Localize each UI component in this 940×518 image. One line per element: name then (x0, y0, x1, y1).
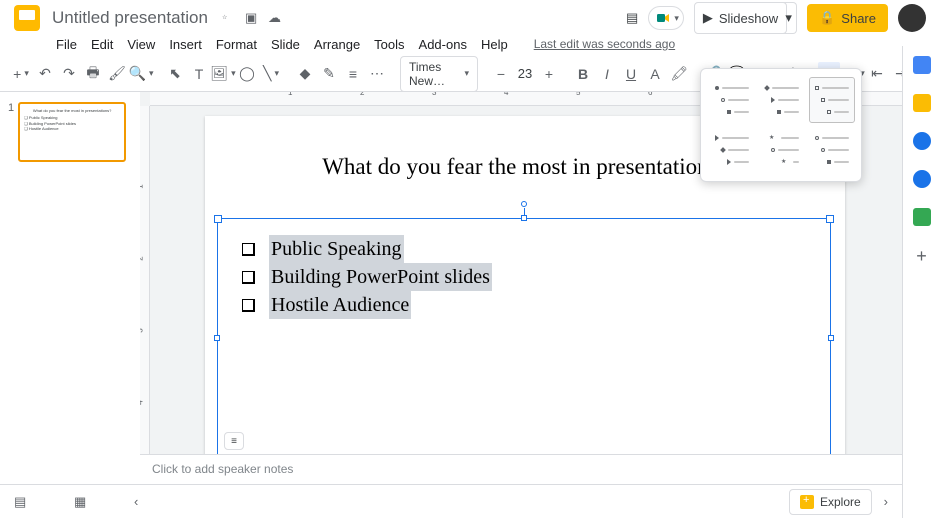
select-tool[interactable]: ⬉ (164, 62, 186, 86)
collapse-filmstrip-button[interactable]: ‹ (134, 494, 154, 510)
filmstrip-view-button[interactable]: ▤ (14, 494, 34, 510)
text-color-button[interactable]: A (644, 62, 666, 86)
bullet-option-checkbox[interactable] (809, 77, 855, 123)
line-tool[interactable]: ╲▾ (260, 62, 282, 86)
rotate-handle[interactable] (521, 201, 527, 207)
menu-arrange[interactable]: Arrange (308, 34, 366, 55)
shape-tool[interactable]: ◯ (236, 62, 258, 86)
menu-addons[interactable]: Add-ons (413, 34, 473, 55)
underline-button[interactable]: U (620, 62, 642, 86)
speaker-notes-handle[interactable]: ≡ (224, 432, 244, 450)
slideshow-label: Slideshow (719, 11, 778, 26)
user-avatar[interactable] (898, 4, 926, 32)
image-tool[interactable]: 🖼▾ (212, 62, 234, 86)
explore-button[interactable]: Explore (789, 489, 872, 515)
maps-icon[interactable] (913, 208, 931, 226)
zoom-button[interactable]: 🔍▾ (130, 62, 152, 86)
checkbox-bullet-icon (242, 299, 255, 312)
fill-color-button[interactable]: ◆ (294, 62, 316, 86)
undo-button[interactable]: ↶ (34, 62, 56, 86)
bullet-option-diamond[interactable] (759, 77, 805, 123)
menu-edit[interactable]: Edit (85, 34, 119, 55)
doc-title[interactable]: Untitled presentation (52, 8, 208, 28)
slideshow-button[interactable]: ▶ Slideshow (694, 2, 787, 34)
list-item[interactable]: Building PowerPoint slides (242, 263, 806, 291)
side-panel: + (902, 46, 940, 518)
menu-slide[interactable]: Slide (265, 34, 306, 55)
star-icon[interactable]: ☆ (222, 11, 237, 26)
menu-help[interactable]: Help (475, 34, 514, 55)
bold-button[interactable]: B (572, 62, 594, 86)
font-increase-button[interactable]: + (538, 62, 560, 86)
vertical-ruler: 1 2 3 4 (140, 106, 150, 484)
font-size-input[interactable]: 23 (514, 66, 536, 81)
share-label: Share (841, 11, 876, 26)
move-icon[interactable]: ▣ (245, 11, 260, 26)
bullet-option-circle[interactable] (809, 127, 855, 173)
keep-icon[interactable] (913, 94, 931, 112)
list-item[interactable]: Hostile Audience (242, 291, 806, 319)
border-dash-button[interactable]: ⋯ (366, 62, 388, 86)
checkbox-bullet-icon (242, 243, 255, 256)
highlight-button[interactable]: 🖍 (668, 62, 690, 86)
tasks-icon[interactable] (913, 132, 931, 150)
print-button[interactable]: 🖶 (82, 62, 104, 86)
new-slide-button[interactable]: +▾ (10, 62, 32, 86)
speaker-notes[interactable]: Click to add speaker notes (140, 454, 902, 484)
present-icon: ▶ (703, 10, 713, 26)
body-textbox[interactable]: Public Speaking Building PowerPoint slid… (217, 218, 831, 458)
slide-thumbnail[interactable]: What do you fear the most in presentatio… (18, 102, 126, 162)
thumb-number: 1 (8, 102, 14, 162)
footer: ▤ ▦ ‹ Explore › (0, 484, 902, 518)
menu-tools[interactable]: Tools (368, 34, 410, 55)
checkbox-bullet-icon (242, 271, 255, 284)
explore-icon (800, 495, 814, 509)
bullet-option-star[interactable]: ★ ★ (759, 127, 805, 173)
grid-view-button[interactable]: ▦ (74, 494, 94, 510)
slides-logo (14, 5, 40, 31)
cloud-icon[interactable]: ☁ (268, 11, 283, 26)
lock-icon: 🔒 (819, 10, 835, 26)
bullet-option-disc[interactable] (709, 77, 755, 123)
add-addon-button[interactable]: + (916, 246, 927, 267)
comment-history-icon[interactable]: ▤ (626, 10, 638, 26)
slideshow-dropdown[interactable]: ▾ (781, 2, 797, 34)
share-button[interactable]: 🔒 Share (807, 4, 888, 32)
app-header: Untitled presentation ☆ ▣ ☁ ▤ ▾ ▶ Slides… (0, 0, 940, 32)
menu-format[interactable]: Format (210, 34, 263, 55)
menu-view[interactable]: View (121, 34, 161, 55)
bullet-list[interactable]: Public Speaking Building PowerPoint slid… (218, 219, 830, 335)
border-weight-button[interactable]: ≡ (342, 62, 364, 86)
paint-format-button[interactable]: 🖌 (106, 62, 128, 86)
italic-button[interactable]: I (596, 62, 618, 86)
font-decrease-button[interactable]: − (490, 62, 512, 86)
menu-file[interactable]: File (50, 34, 83, 55)
border-color-button[interactable]: ✎ (318, 62, 340, 86)
font-family-select[interactable]: Times New…▾ (400, 56, 478, 92)
sidepanel-toggle[interactable]: › (884, 494, 888, 509)
meet-button[interactable]: ▾ (648, 6, 684, 30)
menu-insert[interactable]: Insert (163, 34, 208, 55)
redo-button[interactable]: ↷ (58, 62, 80, 86)
indent-decrease-button[interactable]: ⇤ (866, 62, 888, 86)
contacts-icon[interactable] (913, 170, 931, 188)
last-edit-link[interactable]: Last edit was seconds ago (528, 34, 681, 54)
textbox-tool[interactable]: T (188, 62, 210, 86)
thumb-title: What do you fear the most in presentatio… (24, 108, 120, 113)
bullet-option-arrow[interactable] (709, 127, 755, 173)
list-item[interactable]: Public Speaking (242, 235, 806, 263)
calendar-icon[interactable] (913, 56, 931, 74)
thumbnail-panel: 1 What do you fear the most in presentat… (0, 92, 140, 484)
meet-icon (655, 10, 671, 26)
menu-bar: File Edit View Insert Format Slide Arran… (0, 32, 940, 56)
bullet-style-menu: ★ ★ (700, 68, 862, 182)
